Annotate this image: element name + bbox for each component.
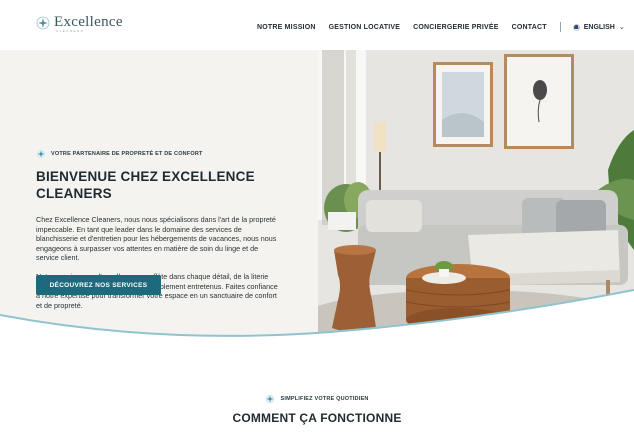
sparkle-icon [265,394,275,404]
nav-notre-mission[interactable]: NOTRE MISSION [257,24,316,31]
logo-text: Excellence [54,14,123,30]
main-nav: NOTRE MISSION GESTION LOCATIVE CONCIERGE… [257,22,625,32]
sparkle-icon [36,149,46,159]
site-header: Excellence CLEANERS NOTRE MISSION GESTIO… [0,0,634,50]
us-flag-icon [572,23,580,31]
nav-gestion-locative[interactable]: GESTION LOCATIVE [329,24,401,31]
section-title: COMMENT ÇA FONCTIONNE [232,411,402,425]
decorative-wave [0,289,634,340]
nav-conciergerie-privee[interactable]: CONCIERGERIE PRIVÉE [413,24,498,31]
language-selector[interactable]: ENGLISH ⌄ [572,23,625,31]
logo-subtext: CLEANERS [56,29,85,33]
section-tagline-text: SIMPLIFIEZ VOTRE QUOTIDIEN [280,396,369,402]
section-tagline: SIMPLIFIEZ VOTRE QUOTIDIEN [0,394,634,404]
nav-divider [559,22,561,32]
language-label: ENGLISH [583,23,615,31]
hero-tagline-text: VOTRE PARTENAIRE DE PROPRETÉ ET DE CONFO… [51,151,203,157]
chevron-down-icon: ⌄ [618,24,625,31]
nav-contact[interactable]: CONTACT [512,24,547,31]
logo[interactable]: Excellence [36,15,123,30]
hero-title: BIENVENUE CHEZ EXCELLENCE CLEANERS [36,169,255,201]
hero-tagline: VOTRE PARTENAIRE DE PROPRETÉ ET DE CONFO… [36,149,203,159]
sparkle-logo-icon [36,16,50,29]
